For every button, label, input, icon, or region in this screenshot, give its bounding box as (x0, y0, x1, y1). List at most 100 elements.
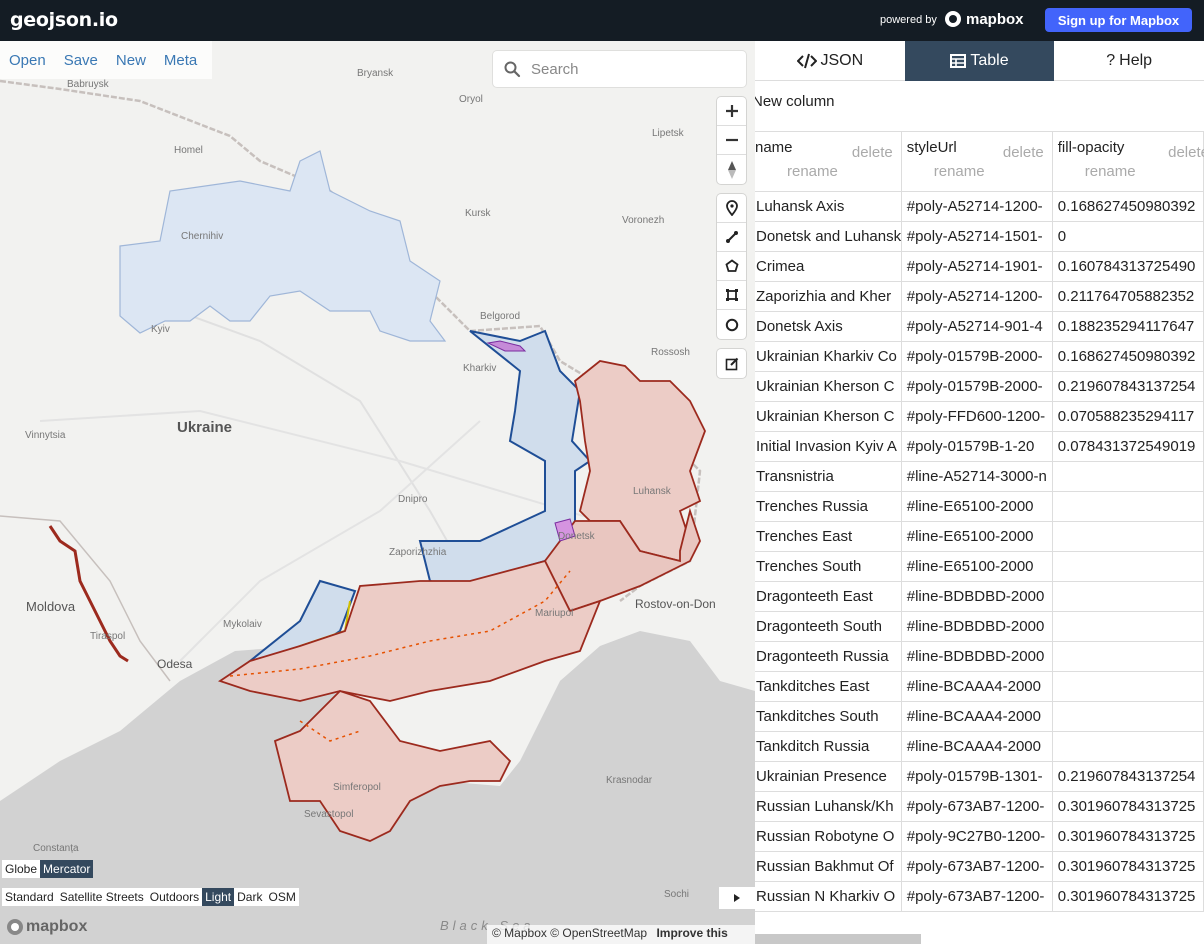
collapse-pane-button[interactable] (719, 887, 755, 909)
search-input[interactable] (529, 59, 733, 79)
style-dark-button[interactable]: Dark (234, 888, 265, 906)
table-cell[interactable]: #poly-9C27B0-1200- (901, 821, 1053, 852)
table-cell[interactable] (1052, 581, 1204, 612)
signup-button[interactable]: Sign up for Mapbox (1045, 8, 1192, 32)
tab-json[interactable]: JSON (755, 41, 905, 81)
table-cell[interactable] (1052, 491, 1204, 522)
table-cell[interactable]: 0.168627450980392 (1052, 341, 1204, 372)
table-cell[interactable]: Trenches East (755, 521, 902, 552)
app-title[interactable]: geojson.io (10, 9, 118, 31)
style-light-button[interactable]: Light (202, 888, 235, 906)
table-cell[interactable]: Donetsk Axis (755, 311, 902, 342)
table-cell[interactable] (1052, 521, 1204, 552)
table-cell[interactable] (1052, 641, 1204, 672)
table-cell[interactable] (1052, 551, 1204, 582)
table-cell[interactable]: 0.219607843137254 (1052, 761, 1204, 792)
rename-column-button[interactable]: rename (787, 163, 838, 180)
table-cell[interactable]: #poly-673AB7-1200- (901, 851, 1053, 882)
table-cell[interactable]: Trenches South (755, 551, 902, 582)
table-cell[interactable]: #poly-A52714-901-4 (901, 311, 1053, 342)
style-outdoors-button[interactable]: Outdoors (147, 888, 202, 906)
table-cell[interactable]: 0.301960784313725 (1052, 881, 1204, 912)
table-cell[interactable]: #line-E65100-2000 (901, 491, 1053, 522)
table-cell[interactable]: #poly-A52714-1200- (901, 191, 1053, 222)
zoom-out-button[interactable] (717, 126, 746, 155)
table-cell[interactable] (1052, 731, 1204, 762)
table-cell[interactable]: #poly-673AB7-1200- (901, 881, 1053, 912)
attribution-mapbox-link[interactable]: © Mapbox (492, 926, 547, 940)
map-canvas[interactable]: Bryansk Babruysk Oryol Lipetsk Homel Che… (0, 41, 755, 944)
table-cell[interactable]: 0.219607843137254 (1052, 371, 1204, 402)
table-cell[interactable]: Tankditches South (755, 701, 902, 732)
table-cell[interactable]: #line-A52714-3000-n (901, 461, 1053, 492)
table-cell[interactable]: #line-BDBDBD-2000 (901, 611, 1053, 642)
table-cell[interactable]: Russian N Kharkiv O (755, 881, 902, 912)
projection-mercator-button[interactable]: Mercator (40, 860, 94, 878)
table-cell[interactable]: #poly-673AB7-1200- (901, 791, 1053, 822)
table-cell[interactable]: #line-BCAAA4-2000 (901, 671, 1053, 702)
search-box[interactable] (493, 51, 746, 87)
table-cell[interactable]: 0.168627450980392 (1052, 191, 1204, 222)
table-cell[interactable]: #poly-A52714-1200- (901, 281, 1053, 312)
table-cell[interactable]: 0.301960784313725 (1052, 851, 1204, 882)
table-cell[interactable]: Russian Luhansk/Kh (755, 791, 902, 822)
draw-rectangle-button[interactable] (717, 281, 746, 310)
table-cell[interactable] (1052, 701, 1204, 732)
table-cell[interactable]: #line-BCAAA4-2000 (901, 731, 1053, 762)
table-cell[interactable]: Dragonteeth Russia (755, 641, 902, 672)
draw-polygon-button[interactable] (717, 252, 746, 281)
tab-help[interactable]: ? Help (1054, 41, 1204, 81)
rename-column-button[interactable]: rename (1085, 163, 1136, 180)
zoom-in-button[interactable] (717, 97, 746, 126)
table-cell[interactable]: #line-BCAAA4-2000 (901, 701, 1053, 732)
table-cell[interactable]: #poly-01579B-2000- (901, 341, 1053, 372)
save-button[interactable]: Save (55, 52, 107, 69)
table-cell[interactable]: Ukrainian Kherson C (755, 371, 902, 402)
delete-column-button[interactable]: delete (1168, 144, 1204, 161)
table-cell[interactable]: #line-E65100-2000 (901, 551, 1053, 582)
table-cell[interactable]: Crimea (755, 251, 902, 282)
table-cell[interactable]: #poly-01579B-1301- (901, 761, 1053, 792)
table-cell[interactable]: #line-BDBDBD-2000 (901, 641, 1053, 672)
table-cell[interactable]: Dragonteeth East (755, 581, 902, 612)
table-cell[interactable]: Tankditches East (755, 671, 902, 702)
table-cell[interactable]: 0.078431372549019 (1052, 431, 1204, 462)
style-osm-button[interactable]: OSM (265, 888, 298, 906)
table-cell[interactable]: #poly-FFD600-1200- (901, 401, 1053, 432)
table-cell[interactable]: #line-E65100-2000 (901, 521, 1053, 552)
new-button[interactable]: New (107, 52, 155, 69)
table-cell[interactable]: #poly-01579B-1-20 (901, 431, 1053, 462)
table-cell[interactable]: Zaporizhia and Kher (755, 281, 902, 312)
table-cell[interactable]: #poly-01579B-2000- (901, 371, 1053, 402)
horizontal-scrollbar[interactable] (755, 934, 921, 944)
projection-globe-button[interactable]: Globe (2, 860, 40, 878)
reset-bearing-button[interactable] (717, 155, 746, 184)
table-cell[interactable]: Donetsk and Luhansk (755, 221, 902, 252)
table-cell[interactable]: Dragonteeth South (755, 611, 902, 642)
table-cell[interactable]: 0.160784313725490 (1052, 251, 1204, 282)
table-cell[interactable]: Transnistria (755, 461, 902, 492)
table-cell[interactable]: #line-BDBDBD-2000 (901, 581, 1053, 612)
edit-features-button[interactable] (717, 349, 746, 378)
table-cell[interactable]: Trenches Russia (755, 491, 902, 522)
rename-column-button[interactable]: rename (934, 163, 985, 180)
draw-circle-button[interactable] (717, 310, 746, 339)
table-cell[interactable]: #poly-A52714-1901- (901, 251, 1053, 282)
style-standard-button[interactable]: Standard (2, 888, 57, 906)
table-cell[interactable]: 0.301960784313725 (1052, 821, 1204, 852)
table-cell[interactable]: Tankditch Russia (755, 731, 902, 762)
new-column-button[interactable]: New column (755, 93, 835, 110)
table-cell[interactable]: Initial Invasion Kyiv A (755, 431, 902, 462)
table-cell[interactable]: Ukrainian Kharkiv Co (755, 341, 902, 372)
table-cell[interactable]: Russian Robotyne O (755, 821, 902, 852)
attribution-osm-link[interactable]: © OpenStreetMap (550, 926, 647, 940)
draw-marker-button[interactable] (717, 194, 746, 223)
mapbox-logo[interactable]: mapbox (944, 10, 1024, 28)
open-button[interactable]: Open (0, 52, 55, 69)
table-cell[interactable] (1052, 461, 1204, 492)
draw-line-button[interactable] (717, 223, 746, 252)
table-cell[interactable]: 0.188235294117647 (1052, 311, 1204, 342)
mapbox-watermark[interactable]: mapbox (6, 918, 87, 936)
table-cell[interactable]: 0.301960784313725 (1052, 791, 1204, 822)
style-satellite-streets-button[interactable]: Satellite Streets (57, 888, 147, 906)
